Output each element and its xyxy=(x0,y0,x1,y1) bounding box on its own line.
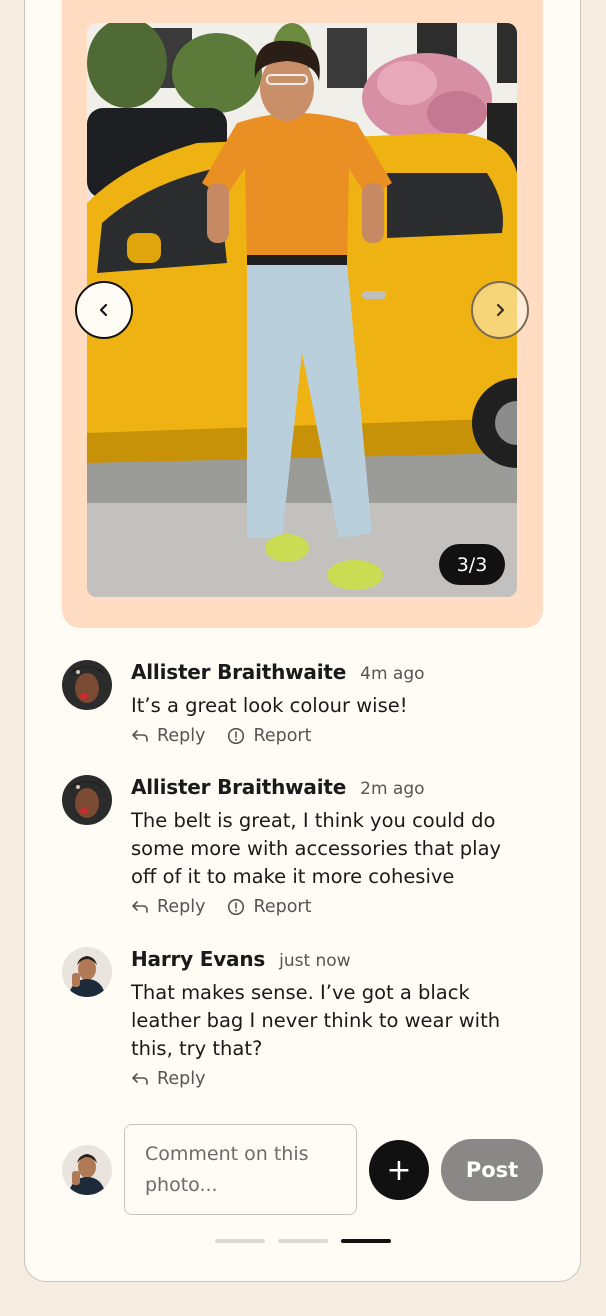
comment-timestamp: 2m ago xyxy=(360,779,425,799)
comment-timestamp: just now xyxy=(279,951,351,971)
reply-arrow-icon xyxy=(132,730,148,742)
reply-arrow-icon xyxy=(132,1073,148,1085)
reply-arrow-icon xyxy=(132,901,148,913)
current-user-avatar xyxy=(62,1145,112,1195)
comment-text: It’s a great look colour wise! xyxy=(131,694,408,717)
page-dot-active[interactable] xyxy=(341,1239,391,1243)
commenter-name[interactable]: Harry Evans xyxy=(131,947,265,971)
report-label: Report xyxy=(253,897,312,917)
comment-text: That makes sense. I’ve got a black leath… xyxy=(131,981,501,1060)
reply-label: Reply xyxy=(157,897,206,917)
next-photo-button[interactable] xyxy=(471,281,529,339)
alert-circle-icon xyxy=(228,727,245,745)
comment-text: The belt is great, I think you could do … xyxy=(131,809,502,888)
reply-label: Reply xyxy=(157,1069,206,1089)
reply-label: Reply xyxy=(157,726,206,746)
reply-button[interactable]: Reply xyxy=(131,897,205,917)
add-attachment-button[interactable]: + xyxy=(369,1140,429,1200)
commenter-name[interactable]: Allister Braithwaite xyxy=(131,775,346,799)
chevron-right-icon xyxy=(496,303,505,317)
post-button[interactable]: Post xyxy=(441,1139,543,1201)
chevron-left-icon xyxy=(99,303,108,317)
report-label: Report xyxy=(253,726,312,746)
outfit-photo[interactable] xyxy=(87,23,517,597)
comment-item: Allister Braithwaite 4m ago It’s a great… xyxy=(62,660,532,755)
commenter-name[interactable]: Allister Braithwaite xyxy=(131,660,346,684)
comment-item: Allister Braithwaite 2m ago The belt is … xyxy=(62,775,532,925)
pagination-indicator xyxy=(215,1239,391,1243)
page-dot[interactable] xyxy=(278,1239,328,1243)
page-dot[interactable] xyxy=(215,1239,265,1243)
avatar[interactable] xyxy=(62,775,112,825)
previous-photo-button[interactable] xyxy=(75,281,133,339)
reply-button[interactable]: Reply xyxy=(131,1069,205,1089)
avatar[interactable] xyxy=(62,660,112,710)
report-button[interactable]: Report xyxy=(227,897,311,917)
report-button[interactable]: Report xyxy=(227,726,311,746)
photo-counter-badge: 3/3 xyxy=(439,544,505,585)
comment-input[interactable] xyxy=(124,1124,357,1215)
alert-circle-icon xyxy=(228,898,245,916)
avatar[interactable] xyxy=(62,947,112,997)
plus-icon: + xyxy=(386,1152,412,1188)
comment-timestamp: 4m ago xyxy=(360,664,425,684)
comment-item: Harry Evans just now That makes sense. I… xyxy=(62,947,532,1097)
reply-button[interactable]: Reply xyxy=(131,726,205,746)
